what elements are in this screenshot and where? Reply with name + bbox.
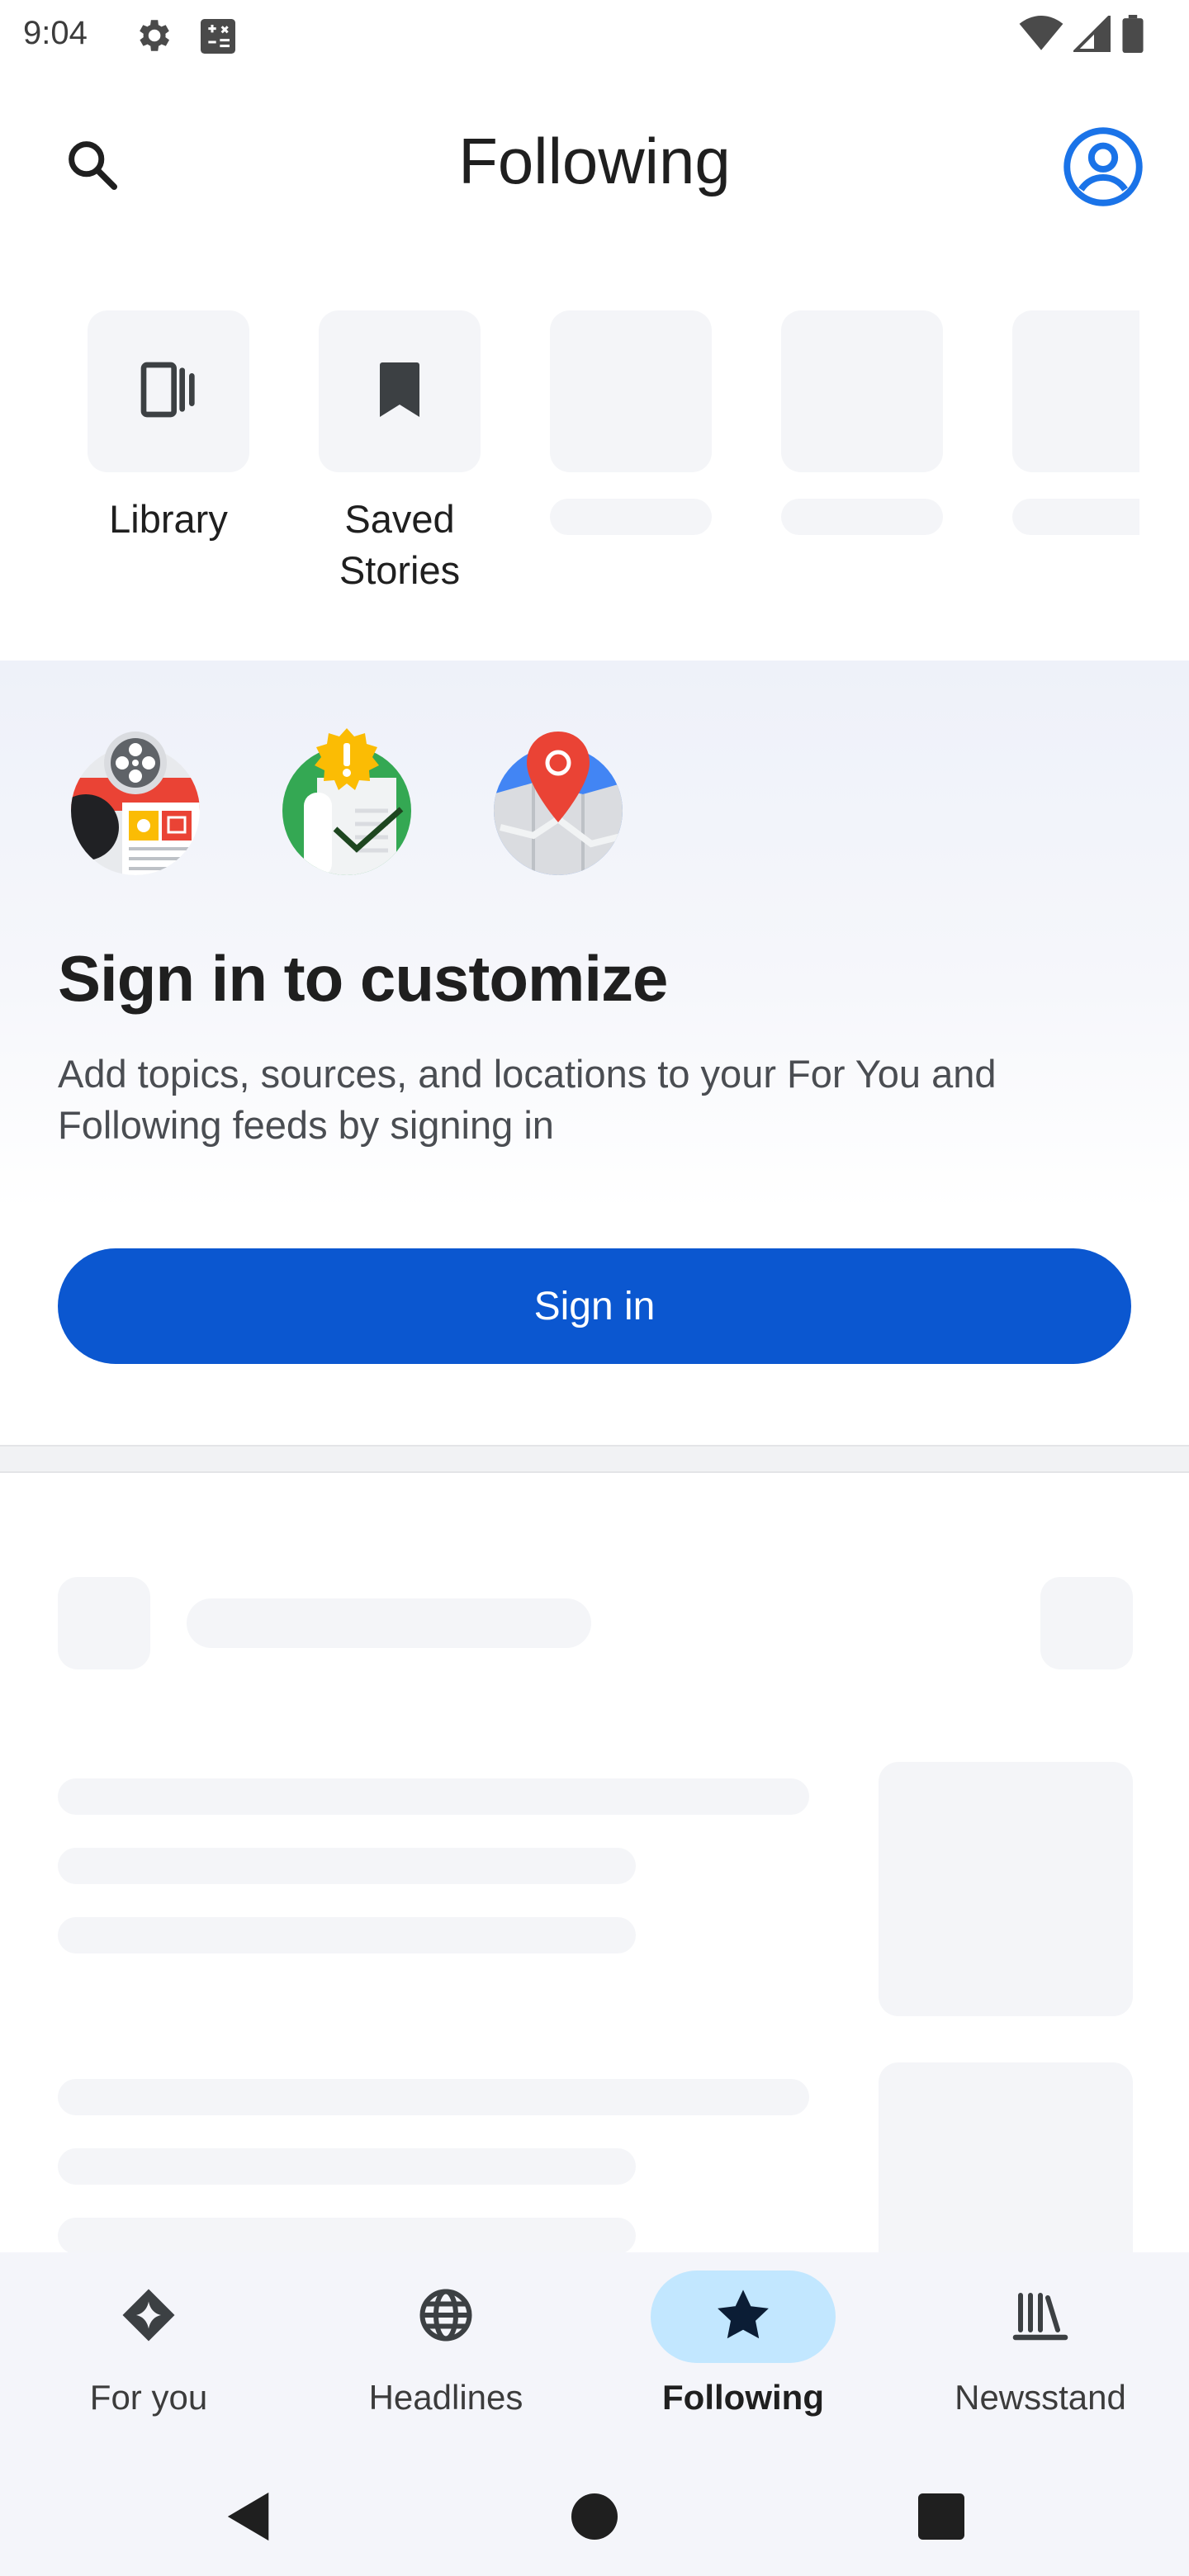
skeleton-line (58, 1917, 636, 1953)
account-button[interactable] (1059, 124, 1148, 213)
gear-icon (132, 15, 173, 56)
home-button[interactable] (561, 2485, 628, 2551)
saved-stories-shortcut[interactable]: Saved Stories (317, 310, 482, 596)
saved-stories-label-text: Saved Stories (339, 497, 461, 592)
status-bar: 9:04 (0, 0, 1189, 69)
battery-icon (1121, 15, 1144, 57)
skeleton-line (58, 2079, 809, 2115)
globe-icon (416, 2285, 476, 2349)
back-triangle-icon (225, 2490, 274, 2547)
nav-label: For you (89, 2378, 208, 2417)
skeleton-more (1040, 1577, 1133, 1669)
nav-headlines[interactable]: Headlines (322, 2271, 570, 2417)
nav-icon-container (948, 2271, 1133, 2363)
signin-description: Add topics, sources, and locations to yo… (58, 1052, 997, 1147)
library-label: Library (109, 497, 228, 541)
nav-icon-container (353, 2271, 538, 2363)
skeleton-line (58, 1778, 809, 1815)
skeleton-avatar (58, 1577, 150, 1669)
sign-in-button[interactable]: Sign in (58, 1248, 1131, 1364)
saved-stories-tile (319, 310, 481, 472)
page-title: Following (458, 125, 731, 197)
recents-button[interactable] (908, 2485, 974, 2551)
library-icon (135, 357, 201, 427)
shortcut-placeholder (548, 310, 713, 535)
library-shortcut[interactable]: Library (86, 310, 251, 545)
system-navigation (0, 2460, 1189, 2576)
entertainment-illustration (69, 728, 201, 877)
signin-illustrations (69, 728, 624, 877)
saved-stories-label: Saved Stories (317, 494, 482, 596)
newsstand-icon (1011, 2285, 1070, 2349)
placeholder-tile (781, 310, 943, 472)
back-button[interactable] (216, 2485, 282, 2551)
star-icon (713, 2285, 773, 2349)
shortcut-placeholder (1011, 310, 1139, 535)
news-check-illustration (281, 728, 413, 877)
sparkle-diamond-icon (119, 2285, 178, 2349)
nav-icon-container (651, 2271, 836, 2363)
signal-icon (1072, 13, 1111, 56)
signin-title: Sign in to customize (58, 942, 668, 1015)
placeholder-pill (1012, 499, 1139, 535)
bookmark-icon (374, 360, 425, 424)
shortcut-placeholder (779, 310, 945, 535)
app-header: Following (0, 91, 1189, 231)
status-time: 9:04 (23, 15, 88, 51)
nav-label: Headlines (368, 2378, 523, 2417)
skeleton-line (58, 2148, 636, 2185)
nav-icon-container (56, 2271, 241, 2363)
clipboard-icon (195, 13, 241, 59)
placeholder-pill (781, 499, 943, 535)
account-circle-icon (1062, 125, 1144, 212)
skeleton-source (187, 1598, 591, 1648)
nav-label: Newsstand (955, 2378, 1126, 2417)
recents-square-icon (918, 2493, 964, 2544)
placeholder-pill (550, 499, 712, 535)
skeleton-thumbnail (879, 1762, 1133, 2016)
location-map-illustration (492, 728, 624, 877)
home-circle-icon (571, 2493, 618, 2544)
nav-newsstand[interactable]: Newsstand (917, 2271, 1164, 2417)
nav-following[interactable]: Following (619, 2271, 867, 2417)
bottom-navigation: For you Headlines Following Newsstand (0, 2252, 1189, 2460)
skeleton-line (58, 2218, 636, 2254)
shortcuts-row: Library Saved Stories (0, 310, 1139, 624)
placeholder-tile (550, 310, 712, 472)
placeholder-tile (1012, 310, 1139, 472)
signin-card: Sign in to customize Add topics, sources… (0, 661, 1189, 1445)
library-tile (88, 310, 249, 472)
nav-for-you[interactable]: For you (25, 2271, 272, 2417)
skeleton-line (58, 1848, 636, 1884)
section-divider (0, 1445, 1189, 1473)
nav-label: Following (662, 2378, 824, 2417)
wifi-icon (1019, 16, 1063, 56)
